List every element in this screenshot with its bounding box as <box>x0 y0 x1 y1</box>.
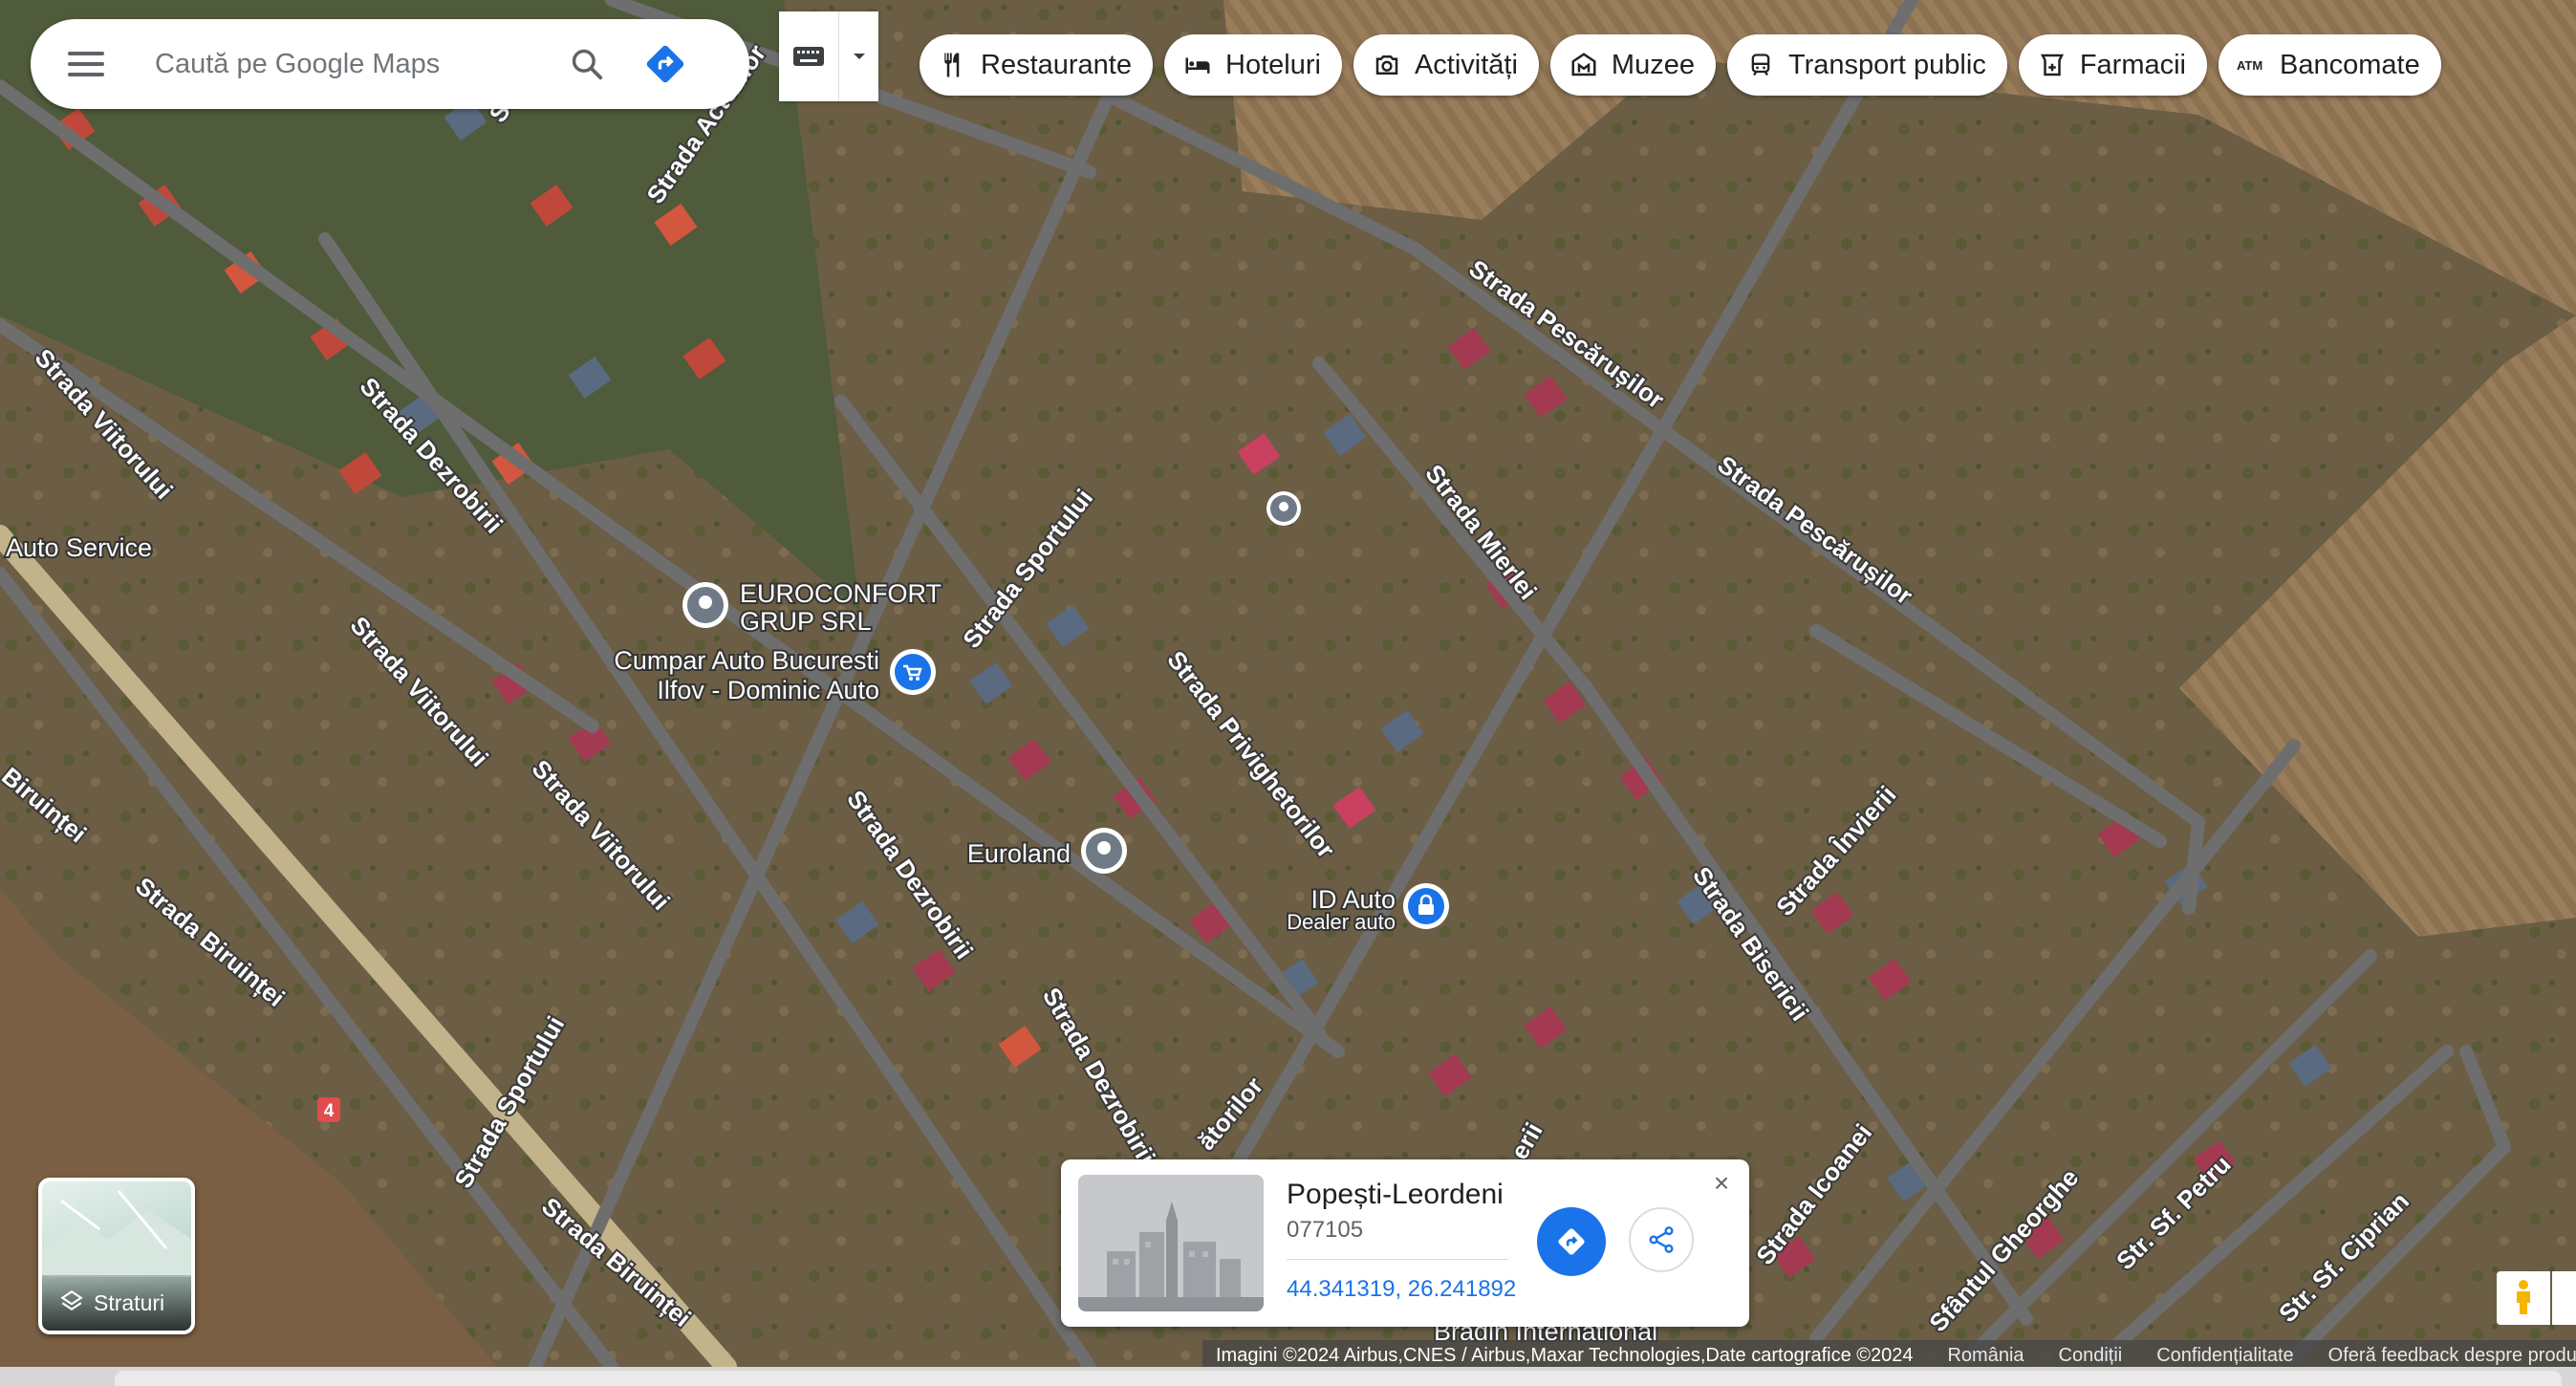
close-icon[interactable]: × <box>1707 1168 1736 1198</box>
street-view-pegman-icon[interactable] <box>2497 1271 2550 1325</box>
chip-activitati[interactable]: Activități <box>1353 34 1539 96</box>
directions-icon <box>1558 1228 1585 1255</box>
poi-cumpar-auto-label-1: Cumpar Auto Bucuresti <box>614 646 879 675</box>
museum-icon <box>1568 49 1600 81</box>
pharmacy-icon <box>2036 49 2068 81</box>
layers-icon <box>59 1289 84 1318</box>
poi-euroconfort-label-2: GRUP SRL <box>740 607 872 636</box>
chip-label: Hoteluri <box>1225 49 1321 80</box>
directions-button[interactable] <box>1537 1207 1606 1276</box>
place-card: Popești-Leordeni 077105 44.341319, 26.24… <box>1061 1159 1749 1327</box>
train-icon <box>1744 49 1777 81</box>
input-tools <box>779 11 878 101</box>
chip-transport-public[interactable]: Transport public <box>1726 34 2007 96</box>
chip-label: Restaurante <box>981 49 1132 80</box>
place-coordinates[interactable]: 44.341319, 26.241892 <box>1287 1276 1516 1303</box>
poi-id-auto-sublabel: Dealer auto <box>1287 910 1396 934</box>
chip-bancomate[interactable]: ATM Bancomate <box>2219 34 2441 96</box>
menu-icon[interactable] <box>57 35 115 93</box>
directions-icon[interactable] <box>637 35 694 93</box>
layers-button[interactable]: Straturi <box>38 1178 195 1334</box>
search-input[interactable] <box>153 47 558 81</box>
chip-restaurante[interactable]: Restaurante <box>920 34 1153 96</box>
search-bar <box>31 19 749 109</box>
chip-label: Transport public <box>1787 49 1986 80</box>
chip-hoteluri[interactable]: Hoteluri <box>1164 34 1342 96</box>
place-title: Popești-Leordeni <box>1287 1179 1504 1210</box>
footer-terms-link[interactable]: Condiții <box>2059 1345 2123 1367</box>
share-button[interactable] <box>1629 1207 1694 1272</box>
svg-text:ATM: ATM <box>2237 58 2262 73</box>
fork-knife-icon <box>937 49 969 81</box>
poi-cumpar-auto-label-2: Ilfov - Dominic Auto <box>657 676 879 704</box>
category-chips: Restaurante Hoteluri Activități Muzee Tr… <box>920 34 2441 96</box>
chip-label: Farmacii <box>2079 49 2186 80</box>
card-divider <box>1287 1259 1508 1260</box>
poi-unnamed-pin[interactable] <box>1266 491 1301 526</box>
road-number: 4 <box>324 1101 335 1121</box>
footer-feedback-link[interactable]: Oferă feedback despre produs <box>2328 1345 2576 1367</box>
bottom-strip <box>0 1367 2576 1386</box>
footer-privacy-link[interactable]: Confidențialitate <box>2156 1345 2293 1367</box>
poi-id-auto[interactable]: ID Auto Dealer auto <box>1285 883 1449 936</box>
layers-label: Straturi <box>94 1289 165 1315</box>
bed-icon <box>1181 49 1214 81</box>
search-icon[interactable] <box>558 35 616 93</box>
poi-auto-service-label[interactable]: Auto Service <box>4 531 154 564</box>
imagery-attribution: Imagini ©2024 Airbus,CNES / Airbus,Maxar… <box>1216 1344 1914 1366</box>
place-thumbnail[interactable] <box>1078 1175 1264 1311</box>
place-postal-code: 077105 <box>1287 1217 1364 1243</box>
camera-icon <box>1371 49 1403 81</box>
chip-label: Activități <box>1414 49 1518 80</box>
chip-muzee[interactable]: Muzee <box>1549 34 1716 96</box>
footer-country[interactable]: România <box>1947 1345 2024 1367</box>
poi-euroconfort-label-1: EUROCONFORT <box>740 579 942 608</box>
atm-icon: ATM <box>2236 49 2268 81</box>
chip-label: Muzee <box>1611 49 1695 80</box>
chip-label: Bancomate <box>2280 49 2420 80</box>
share-icon <box>1649 1226 1674 1253</box>
layers-footer: Straturi <box>42 1275 191 1331</box>
chip-farmacii[interactable]: Farmacii <box>2018 34 2207 96</box>
poi-euroland-label: Euroland <box>967 839 1071 868</box>
keyboard-icon[interactable] <box>779 11 839 101</box>
chevron-down-icon[interactable] <box>839 11 878 101</box>
map-controls-edge[interactable] <box>2552 1271 2576 1325</box>
